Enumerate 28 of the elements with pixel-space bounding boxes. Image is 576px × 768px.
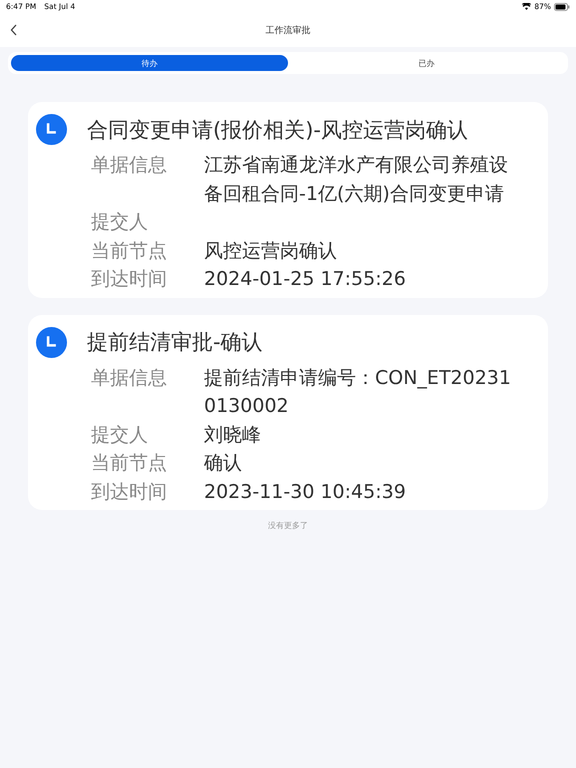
field-label: 到达时间: [91, 480, 168, 504]
clock-icon: [36, 114, 67, 145]
field-label: 单据信息: [91, 366, 168, 390]
field-label: 提交人: [91, 422, 149, 448]
field-value: 提前结清申请编号：CON_ET202310130002: [204, 366, 512, 419]
page-title: 工作流审批: [266, 24, 310, 36]
field-label: 当前节点: [91, 451, 168, 476]
field-value: 刘晓峰: [204, 422, 262, 448]
back-icon[interactable]: [10, 24, 18, 36]
field-label: 到达时间: [91, 267, 168, 292]
field-value: 江苏省南通龙洋水产有限公司养殖设备回租合同-1亿(六期)合同变更申请: [204, 153, 509, 206]
field-value: 2023-11-30 10:45:39: [204, 480, 407, 504]
task-card[interactable]: 合同变更申请(报价相关)-风控运营岗确认 单据信息 江苏省南通龙洋水产有限公司养殖设备回租合同-1亿(六期)合同变更申请 提交人 当前节点 风控运营岗确认 到达时间 2024-01-25 17:55:26: [28, 102, 548, 298]
field-label: 提交人: [91, 210, 149, 235]
tab[interactable]: 已办: [288, 55, 565, 71]
wifi-icon: [522, 3, 532, 10]
field-label: 单据信息: [91, 153, 168, 178]
task-title: 合同变更申请(报价相关)-风控运营岗确认: [87, 116, 468, 144]
end-of-list-text: 没有更多了: [268, 521, 308, 530]
tab[interactable]: 待办: [11, 55, 288, 71]
clock-icon: [36, 326, 67, 358]
field-label: 当前节点: [91, 238, 168, 264]
field-value: 确认: [204, 451, 243, 476]
field-value: 风控运营岗确认: [204, 238, 338, 264]
battery-icon: [554, 2, 570, 10]
field-value: 2024-01-25 17:55:26: [204, 267, 407, 292]
task-card[interactable]: 提前结清审批-确认 单据信息 提前结清申请编号：CON_ET202310130002 提交人 刘晓峰 当前节点 确认 到达时间 2023-11-30 10:45:39: [28, 314, 548, 510]
task-title: 提前结清审批-确认: [87, 329, 263, 356]
